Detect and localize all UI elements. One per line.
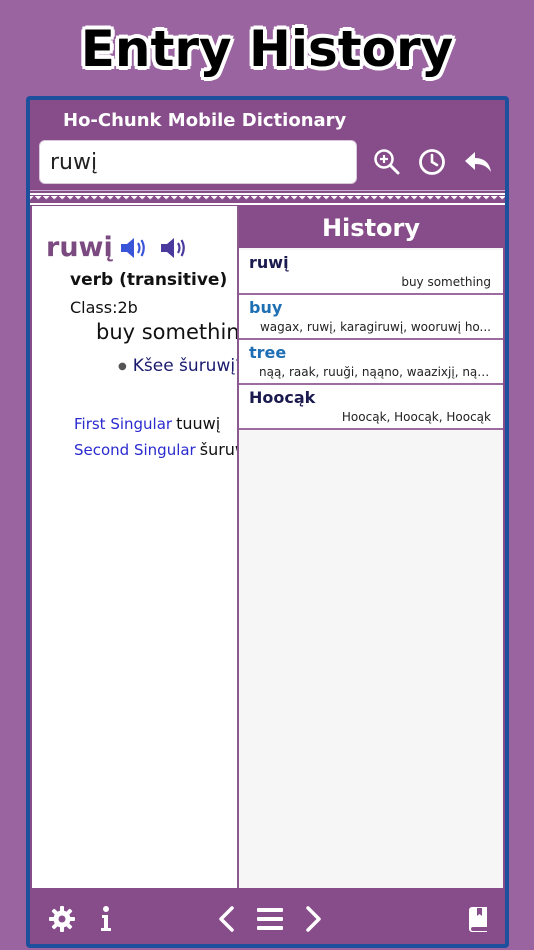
history-title: History: [239, 206, 503, 248]
history-detail: wagax, ruwį, karagiruwį, wooruwį ho...: [259, 320, 491, 334]
headword: ruwį: [46, 232, 113, 263]
history-word: Hoocąk: [249, 388, 316, 407]
book-icon[interactable]: [466, 904, 492, 934]
speaker-slow-icon[interactable]: [159, 234, 193, 262]
content-area: ruwį verb (transitive) Class:2b buy some…: [32, 206, 503, 888]
history-detail: nąą, raak, ruuği, nąąno, waazixjį, nąą..…: [259, 365, 491, 379]
history-item[interactable]: ruwį buy something: [239, 250, 503, 295]
conjugation-value: šuruwį: [199, 440, 238, 459]
decorative-border: [30, 190, 505, 205]
history-detail: Hoocąk, Hoocąk, Hoocąk: [341, 410, 491, 424]
conjugation-row[interactable]: First Singular tuuwį: [74, 414, 220, 433]
history-word: buy: [249, 298, 283, 317]
history-item[interactable]: tree nąą, raak, ruuği, nąąno, waazixjį, …: [239, 340, 503, 385]
app-title: Ho-Chunk Mobile Dictionary: [63, 110, 347, 131]
chevron-left-icon[interactable]: [214, 904, 238, 934]
headword-row: ruwį: [46, 232, 193, 263]
back-arrow-icon[interactable]: [462, 146, 494, 178]
history-item[interactable]: buy wagax, ruwį, karagiruwį, wooruwį ho.…: [239, 295, 503, 340]
conjugation-label: Second Singular: [74, 441, 196, 459]
app-header: Ho-Chunk Mobile Dictionary: [30, 100, 505, 205]
phone-frame: Ho-Chunk Mobile Dictionary ruwį ruwį ver…: [26, 96, 509, 948]
history-word: tree: [249, 343, 287, 362]
history-word: ruwį: [249, 253, 289, 272]
example-sentence: ● Kšee šuruwį?: [118, 356, 238, 376]
bottom-toolbar: [30, 888, 505, 944]
verb-class: Class:2b: [70, 298, 138, 317]
speaker-icon[interactable]: [119, 234, 153, 262]
part-of-speech: verb (transitive): [70, 270, 228, 290]
gloss: buy something: [96, 320, 238, 344]
search-input[interactable]: [39, 140, 357, 184]
history-pane: History ruwį buy something buy wagax, ru…: [237, 206, 503, 888]
example-text: Kšee šuruwį?: [132, 356, 238, 376]
zoom-in-icon[interactable]: [371, 146, 403, 178]
conjugation-value: tuuwį: [176, 414, 221, 433]
conjugation-row[interactable]: Second Singularšuruwį: [74, 440, 238, 459]
menu-icon[interactable]: [254, 904, 286, 934]
conjugation-label: First Singular: [74, 415, 173, 433]
gear-icon[interactable]: [46, 904, 78, 934]
history-item[interactable]: Hoocąk Hoocąk, Hoocąk, Hoocąk: [239, 385, 503, 430]
promo-title: Entry History: [80, 20, 454, 78]
entry-pane: ruwį verb (transitive) Class:2b buy some…: [32, 206, 238, 888]
history-detail: buy something: [401, 275, 491, 289]
bullet-icon: ●: [118, 360, 127, 372]
info-icon[interactable]: [94, 904, 118, 934]
clock-icon[interactable]: [416, 146, 448, 178]
chevron-right-icon[interactable]: [302, 904, 326, 934]
history-list: ruwį buy something buy wagax, ruwį, kara…: [239, 250, 503, 430]
